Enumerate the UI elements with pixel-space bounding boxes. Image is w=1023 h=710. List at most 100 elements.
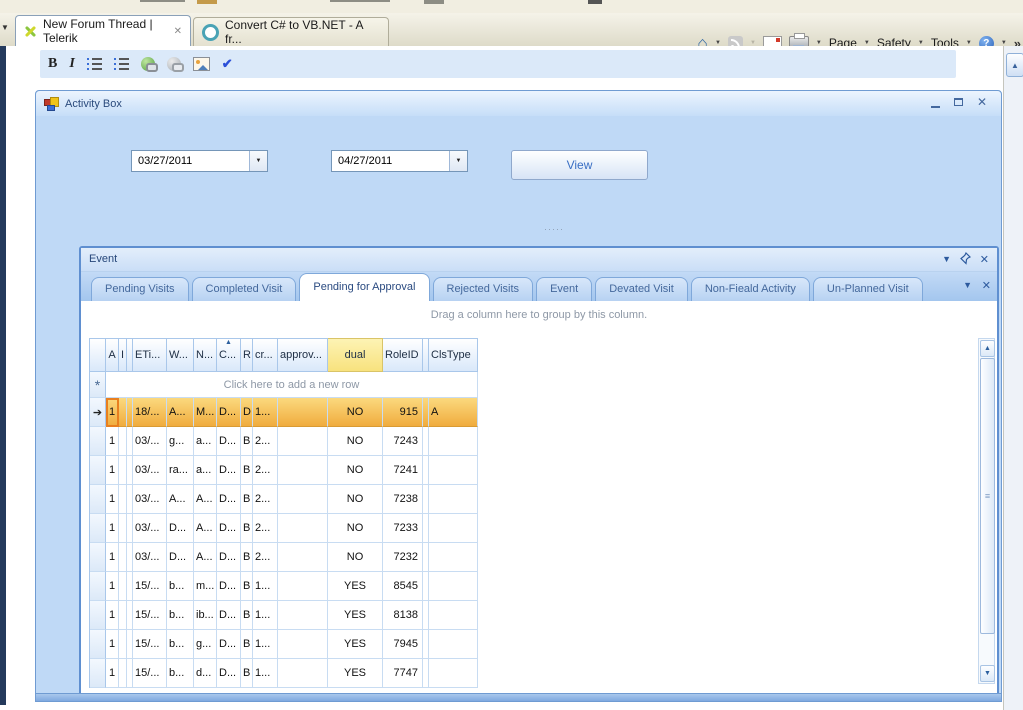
bullet-list-icon[interactable]	[113, 58, 129, 70]
column-header-clstype[interactable]: ClsType	[429, 338, 478, 372]
grid-cell[interactable]: 1	[106, 514, 119, 543]
grid-cell[interactable]: 03/...	[133, 514, 167, 543]
date-from-picker[interactable]: 03/27/2011 ▼	[131, 150, 268, 172]
grid-cell[interactable]: 1	[106, 572, 119, 601]
grid-cell[interactable]: 03/...	[133, 427, 167, 456]
grid-row-2[interactable]: 1 03/... g... a... D... B 2... NO 7243	[90, 427, 478, 456]
remove-link-icon[interactable]	[166, 57, 184, 72]
grid-cell[interactable]: NO	[328, 543, 383, 572]
tab-pending-visits[interactable]: Pending Visits	[91, 277, 189, 301]
row-indicator[interactable]	[90, 427, 106, 456]
grid-cell[interactable]: D...	[167, 514, 194, 543]
grid-row-10[interactable]: 1 15/... b... d... D... B 1... YES 7747	[90, 659, 478, 688]
grid-cell[interactable]: NO	[328, 427, 383, 456]
grid-cell[interactable]: 7232	[383, 543, 423, 572]
grid-cell[interactable]: 1	[106, 543, 119, 572]
scroll-up-icon[interactable]: ▲	[1006, 53, 1023, 77]
insert-image-icon[interactable]	[192, 57, 210, 71]
grid-cell[interactable]: 03/...	[133, 485, 167, 514]
grid-cell[interactable]: D...	[217, 456, 241, 485]
grid-cell[interactable]: b...	[167, 572, 194, 601]
grid-row-6[interactable]: 1 03/... D... A... D... B 2... NO 7232	[90, 543, 478, 572]
close-icon[interactable]: ✕	[977, 96, 987, 108]
grid-cell[interactable]	[278, 630, 328, 659]
grid-cell[interactable]: 1	[106, 630, 119, 659]
grid-cell[interactable]: A...	[167, 398, 194, 427]
grid-cell[interactable]	[278, 659, 328, 688]
grid-cell[interactable]	[429, 659, 478, 688]
grid-cell[interactable]: D...	[217, 514, 241, 543]
grid-cell[interactable]	[429, 543, 478, 572]
grid-cell[interactable]: ra...	[167, 456, 194, 485]
grid-cell[interactable]: 03/...	[133, 543, 167, 572]
grid-cell[interactable]: D...	[217, 427, 241, 456]
row-indicator[interactable]	[90, 572, 106, 601]
new-row-hint[interactable]: Click here to add a new row	[106, 372, 478, 398]
italic-icon[interactable]: I	[69, 56, 74, 72]
grid-cell[interactable]	[429, 572, 478, 601]
grid-cell[interactable]: b...	[167, 601, 194, 630]
column-header-approv[interactable]: approv...	[278, 338, 328, 372]
grid-new-row[interactable]: * Click here to add a new row	[90, 372, 478, 398]
scroll-up-icon[interactable]: ▲	[980, 340, 995, 357]
grid-cell[interactable]	[429, 514, 478, 543]
grid-cell[interactable]	[278, 398, 328, 427]
grid-cell[interactable]: 15/...	[133, 601, 167, 630]
grid-cell[interactable]: d...	[194, 659, 217, 688]
row-indicator[interactable]	[90, 456, 106, 485]
grid-cell[interactable]: B	[241, 630, 253, 659]
tab-event[interactable]: Event	[536, 277, 593, 301]
grid-cell[interactable]: D...	[217, 485, 241, 514]
insert-link-icon[interactable]	[140, 57, 158, 72]
row-indicator[interactable]	[90, 485, 106, 514]
grid-cell[interactable]: B	[241, 601, 253, 630]
grid-cell[interactable]: YES	[328, 601, 383, 630]
grid-cell[interactable]: b...	[167, 659, 194, 688]
tab-close-icon[interactable]: ✕	[982, 279, 991, 292]
scrollbar-thumb[interactable]: ≡	[980, 358, 995, 634]
grid-cell[interactable]: YES	[328, 630, 383, 659]
maximize-icon[interactable]	[953, 98, 963, 106]
close-tab-icon[interactable]: ✕	[174, 26, 182, 37]
column-header-r[interactable]: R	[241, 338, 253, 372]
grid-cell[interactable]: D...	[167, 543, 194, 572]
grid-cell[interactable]: 15/...	[133, 572, 167, 601]
grid-cell[interactable]: 8545	[383, 572, 423, 601]
grid-cell[interactable]	[119, 601, 127, 630]
grid-cell[interactable]: 1...	[253, 601, 278, 630]
grid-cell[interactable]: B	[241, 514, 253, 543]
row-indicator[interactable]	[90, 630, 106, 659]
grid-cell[interactable]: 1	[106, 398, 119, 427]
grid-cell[interactable]	[429, 630, 478, 659]
grid-row-4[interactable]: 1 03/... A... A... D... B 2... NO 7238	[90, 485, 478, 514]
grid-cell[interactable]: B	[241, 543, 253, 572]
grid-cell[interactable]	[429, 601, 478, 630]
grid-cell[interactable]: B	[241, 485, 253, 514]
group-by-bar[interactable]: Drag a column here to group by this colu…	[81, 309, 997, 321]
grid-cell[interactable]: A...	[194, 543, 217, 572]
grid-cell[interactable]: 2...	[253, 427, 278, 456]
grid-cell[interactable]	[429, 427, 478, 456]
grid-cell[interactable]: 1	[106, 601, 119, 630]
grid-cell[interactable]: 1	[106, 427, 119, 456]
scroll-down-icon[interactable]: ▼	[980, 665, 995, 682]
grid-cell[interactable]	[278, 543, 328, 572]
grid-cell[interactable]: 15/...	[133, 659, 167, 688]
grid-cell[interactable]	[119, 630, 127, 659]
grid-cell[interactable]: A...	[194, 514, 217, 543]
bold-icon[interactable]: B	[48, 56, 57, 72]
grid-cell[interactable]: 2...	[253, 485, 278, 514]
grid-cell[interactable]: D...	[217, 572, 241, 601]
tab-pending-for-approval[interactable]: Pending for Approval	[299, 273, 430, 301]
column-header-i[interactable]: I	[119, 338, 127, 372]
grid-cell[interactable]: B	[241, 659, 253, 688]
grid-cell[interactable]: D...	[217, 601, 241, 630]
column-header-roleid[interactable]: RoleID	[383, 338, 423, 372]
grid-cell[interactable]: M...	[194, 398, 217, 427]
grid-cell[interactable]: NO	[328, 398, 383, 427]
grid-cell[interactable]: B	[241, 572, 253, 601]
grid-cell[interactable]: 1...	[253, 659, 278, 688]
grid-cell[interactable]: 1	[106, 659, 119, 688]
grid-cell[interactable]	[429, 485, 478, 514]
window-titlebar[interactable]: Activity Box ✕	[36, 91, 1001, 116]
